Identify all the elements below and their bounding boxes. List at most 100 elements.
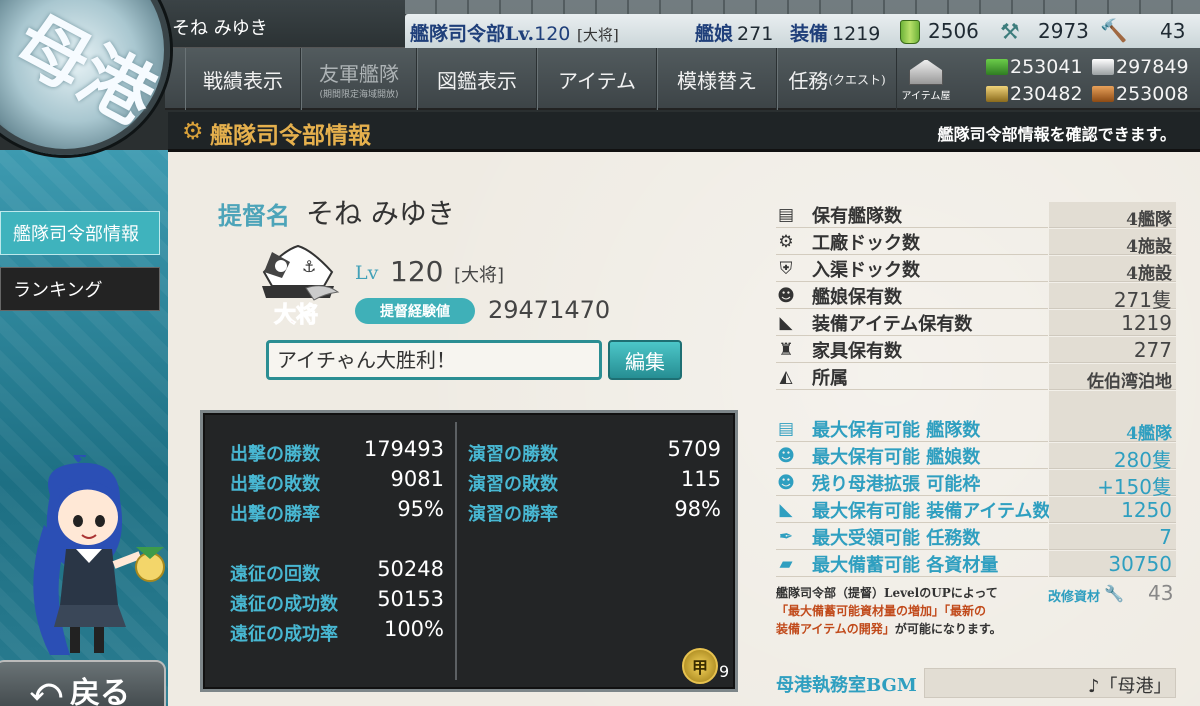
fleet-icon: ▤ — [777, 419, 795, 439]
info-row-max-ships: ☻ 最大保有可能 艦娘数 280隻 — [776, 443, 1176, 472]
info-row-furniture: ♜ 家具保有数 277 — [776, 337, 1176, 363]
expedition-rate-value: 100% — [383, 617, 444, 641]
bucket-icon — [900, 20, 920, 44]
ship-count: 艦娘 271 — [695, 23, 774, 45]
svg-text:⚓: ⚓ — [302, 257, 316, 276]
back-button[interactable]: ⤺ 戻る — [0, 660, 166, 706]
info-row-expansion: ☻ 残り母港拡張 可能枠 +150隻 — [776, 470, 1176, 499]
info-row-equipment: ◣ 装備アイテム保有数 1219 — [776, 310, 1176, 336]
hq-level: 艦隊司令部Lv.120 [大将] — [410, 23, 619, 45]
info-row-ships: ☻ 艦娘保有数 271隻 — [776, 283, 1176, 312]
exercise-wins-value: 5709 — [667, 437, 721, 461]
dev-material-count: 2973 — [1038, 19, 1089, 43]
player-name: そね みゆき — [172, 18, 268, 39]
sortie-wins-label: 出撃の勝数 — [230, 444, 320, 465]
menu-furniture-button[interactable]: 模様替え — [657, 48, 777, 110]
exercise-losses-value: 115 — [680, 467, 721, 491]
bgm-value: ♪「母港」 — [1088, 676, 1172, 697]
menu-record-button[interactable]: 戦績表示 — [185, 48, 301, 110]
shipgirl-icon: ☻ — [777, 286, 795, 306]
edit-comment-button[interactable]: 編集 — [608, 340, 682, 380]
comment-text: アイチゃん大胜利！ — [277, 348, 456, 372]
improvement-material-value: 43 — [1148, 581, 1174, 605]
sortie-losses-value: 9081 — [390, 467, 444, 491]
info-row-max-quests: ✒ 最大受領可能 任務数 7 — [776, 524, 1176, 550]
info-row-repair-docks: ⛨ 入渠ドック数 4施設 — [776, 256, 1176, 284]
screw-count: 43 — [1160, 19, 1186, 43]
stats-divider — [455, 422, 457, 680]
level-value: 120 — [390, 255, 444, 288]
storage-icon: ▰ — [779, 554, 793, 574]
info-row-max-equipment: ◣ 最大保有可能 装備アイテム数 1250 — [776, 497, 1176, 523]
menu-friend-fleet-button[interactable]: 友軍艦隊 (期間限定海域開放) — [301, 48, 417, 110]
sortie-rate-label: 出撃の勝率 — [230, 504, 320, 525]
exp-badge: 提督経験値 — [355, 298, 475, 324]
info-row-fleets: ▤ 保有艦隊数 4艦隊 — [776, 202, 1176, 230]
dev-material-icon: ⚒ — [1000, 20, 1020, 45]
gear-icon: ⚙ — [182, 117, 204, 145]
fleet-icon: ▤ — [777, 205, 795, 225]
expansion-icon: ☻ — [777, 473, 795, 493]
expedition-count-value: 50248 — [377, 557, 444, 581]
exercise-wins-label: 演習の勝数 — [468, 444, 558, 465]
admiral-name: そね みゆき — [306, 197, 455, 230]
info-row-build-docks: ⚙ 工廠ドック数 4施設 — [776, 229, 1176, 257]
steel-icon — [986, 86, 1008, 102]
comment-field[interactable]: アイチゃん大胜利！ — [266, 340, 602, 380]
improvement-material-icon: 🔧 — [1104, 584, 1124, 603]
back-arrow-icon: ⤺ — [29, 672, 63, 706]
rank-emblem-icon: ⚓ 大将 — [262, 244, 340, 329]
exp-value: 29471470 — [488, 296, 611, 324]
equipment-icon: ◣ — [779, 313, 793, 333]
secretary-ship-chibi — [33, 455, 165, 655]
page-title: 艦隊司令部情報 — [210, 122, 371, 149]
improvement-material-label: 改修資材 — [1048, 590, 1101, 605]
port-emblem[interactable]: 母港 — [0, 0, 170, 155]
equipment-count: 装備 1219 — [790, 23, 881, 45]
fuel-icon — [986, 59, 1008, 75]
expedition-count-label: 遠征の回数 — [230, 564, 320, 585]
ammo-icon — [1092, 59, 1114, 75]
exercise-losses-label: 演習の敗数 — [468, 474, 558, 495]
gear-icon: ⚙ — [778, 232, 794, 252]
menu-library-button[interactable]: 図鑑表示 — [417, 48, 537, 110]
sortie-losses-label: 出撃の敗数 — [230, 474, 320, 495]
info-row-blank — [776, 391, 1176, 417]
level-label: Lv — [355, 262, 379, 284]
bgm-label: 母港執務室BGM — [776, 675, 917, 696]
expedition-success-value: 50153 — [377, 587, 444, 611]
rank-text: [大将] — [454, 265, 505, 286]
sidebar-item-ranking[interactable]: ランキング — [0, 267, 160, 311]
shipgirl-icon: ☻ — [777, 446, 795, 466]
bucket-count: 2506 — [928, 19, 979, 43]
bauxite-icon — [1092, 86, 1114, 102]
info-row-max-fleets: ▤ 最大保有可能 艦隊数 4艦隊 — [776, 416, 1176, 444]
expedition-success-label: 遠征の成功数 — [230, 594, 338, 615]
medal-icon: 甲 — [682, 648, 718, 684]
steel-resource: 230482 — [986, 83, 1083, 105]
base-icon: ◭ — [779, 367, 793, 387]
admiral-name-label: 提督名 — [218, 201, 290, 230]
page-hint: 艦隊司令部情報を確認できます。 — [937, 125, 1176, 144]
screw-icon: 🔨 — [1100, 19, 1128, 44]
shop-icon — [909, 59, 943, 85]
level-up-note: 艦隊司令部（提督）LevelのUPによって 「最大備蓄可能資材量の増加」「最新の… — [776, 586, 1002, 636]
exercise-rate-label: 演習の勝率 — [468, 504, 558, 525]
sortie-wins-value: 179493 — [363, 437, 444, 461]
info-row-max-storage: ▰ 最大備蓄可能 各資材量 30750 — [776, 551, 1176, 577]
item-shop-button[interactable]: アイテム屋 — [897, 48, 955, 108]
menu-quest-button[interactable]: 任務 (クエスト) — [777, 48, 897, 110]
medal-count: 9 — [719, 662, 730, 681]
fuel-resource: 253041 — [986, 56, 1083, 78]
info-row-base: ◭ 所属 佐伯湾泊地 — [776, 364, 1176, 392]
menu-item-button[interactable]: アイテム — [537, 48, 657, 110]
equipment-icon: ◣ — [779, 500, 793, 520]
furniture-icon: ♜ — [778, 340, 794, 360]
exercise-rate-value: 98% — [674, 497, 721, 521]
ammo-resource: 297849 — [1092, 56, 1189, 78]
rank-badge-text: 大将 — [274, 302, 318, 328]
expedition-rate-label: 遠征の成功率 — [230, 624, 338, 645]
repair-dock-icon: ⛨ — [779, 259, 793, 279]
sidebar-item-hq-info[interactable]: 艦隊司令部情報 — [0, 211, 160, 255]
quest-feather-icon: ✒ — [778, 527, 794, 547]
